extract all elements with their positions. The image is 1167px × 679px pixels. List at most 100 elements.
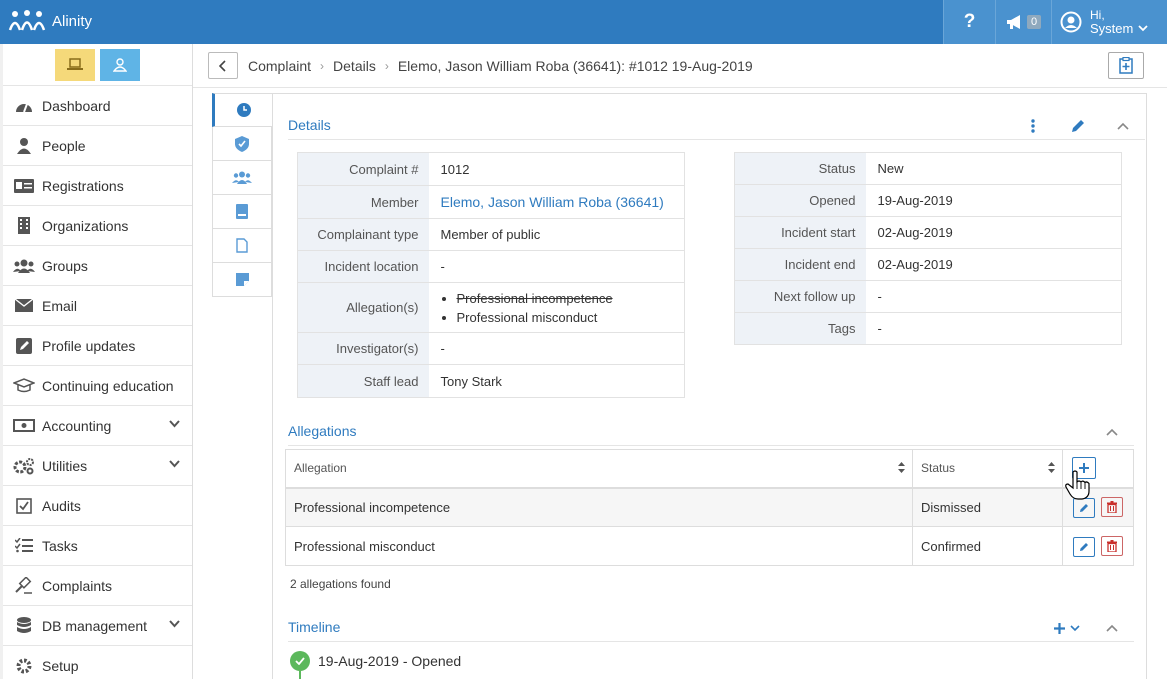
- tab-details[interactable]: [212, 93, 272, 127]
- clipboard-button[interactable]: [1108, 52, 1144, 79]
- sidebar-item-registrations[interactable]: Registrations: [3, 166, 192, 206]
- allegation-cell: Professional incompetence: [285, 487, 913, 527]
- incident-end-value: 02-Aug-2019: [865, 248, 1122, 281]
- sidebar-item-setup[interactable]: Setup: [3, 646, 192, 679]
- breadcrumb-details[interactable]: Details: [333, 58, 376, 74]
- sidebar-item-label: Groups: [42, 257, 88, 274]
- sidebar-item-label: People: [42, 137, 86, 154]
- back-button[interactable]: [208, 52, 238, 79]
- tab-allegations[interactable]: [212, 127, 272, 161]
- investigators-value: -: [428, 332, 685, 365]
- person-icon: [13, 137, 35, 155]
- sidebar-item-db-management[interactable]: DB management: [3, 606, 192, 646]
- chevron-down-icon: [169, 460, 180, 468]
- collapse-details-button[interactable]: [1100, 116, 1145, 136]
- book-icon: [236, 204, 248, 219]
- next-follow-up-value: -: [865, 280, 1122, 313]
- clipboard-plus-icon: [1119, 57, 1133, 74]
- person-view-button[interactable]: [100, 48, 140, 81]
- sidebar-item-label: Email: [42, 297, 78, 314]
- chevron-up-icon: [1116, 122, 1129, 130]
- sidebar-item-organizations[interactable]: Organizations: [3, 206, 192, 246]
- list-item: Professional misconduct: [457, 308, 685, 327]
- status-cell: Confirmed: [912, 526, 1063, 566]
- delete-row-button[interactable]: [1100, 496, 1123, 517]
- sidebar-item-profile-updates[interactable]: Profile updates: [3, 326, 192, 366]
- list-item: Professional incompetence: [457, 289, 685, 308]
- timeline-item-text: 19-Aug-2019 - Opened: [318, 653, 462, 669]
- sidebar-item-label: Organizations: [42, 217, 129, 234]
- member-link[interactable]: Elemo, Jason William Roba (36641): [441, 194, 664, 210]
- section-tab-strip: [212, 93, 272, 297]
- breadcrumb-complaint[interactable]: Complaint: [248, 58, 311, 74]
- gavel-icon: [13, 576, 35, 595]
- sidebar-item-complaints[interactable]: Complaints: [3, 566, 192, 606]
- edit-row-button[interactable]: [1073, 497, 1095, 518]
- tab-people[interactable]: [212, 161, 272, 195]
- app-logo[interactable]: Alinity: [8, 10, 92, 32]
- sidebar: Dashboard People Registrations Organizat…: [0, 44, 193, 679]
- staff-view-button[interactable]: [55, 48, 95, 81]
- collapse-allegations-button[interactable]: [1089, 422, 1134, 442]
- notifications-button[interactable]: 0: [995, 0, 1051, 44]
- sidebar-item-utilities[interactable]: Utilities: [3, 446, 192, 486]
- sidebar-item-label: Setup: [42, 657, 79, 674]
- sidebar-item-audits[interactable]: Audits: [3, 486, 192, 526]
- tags-value: -: [865, 312, 1122, 345]
- column-header-allegation[interactable]: Allegation: [285, 449, 913, 489]
- details-title: Details: [288, 117, 331, 133]
- details-right-table: Status New Opened 19-Aug-2019 Incident sta…: [734, 152, 1122, 345]
- more-options-button[interactable]: [1010, 116, 1055, 136]
- complaint-number-label: Complaint #: [297, 152, 429, 186]
- collapse-timeline-button[interactable]: [1089, 618, 1134, 638]
- tab-documents[interactable]: [212, 229, 272, 263]
- status-label: Status: [734, 152, 866, 185]
- status-value: New: [865, 152, 1122, 185]
- tab-sticky-notes[interactable]: [212, 263, 272, 297]
- checkbox-icon: [13, 497, 35, 515]
- user-menu[interactable]: Hi, System: [1051, 0, 1167, 44]
- plus-icon: [1054, 622, 1065, 634]
- tab-notes[interactable]: [212, 195, 272, 229]
- incident-end-label: Incident end: [734, 248, 866, 281]
- sidebar-item-dashboard[interactable]: Dashboard: [3, 86, 192, 126]
- sidebar-item-label: Continuing education: [42, 377, 174, 394]
- breadcrumb: Complaint › Details › Elemo, Jason Willi…: [248, 58, 753, 74]
- gears-icon: [13, 457, 35, 475]
- column-label: Status: [921, 461, 956, 476]
- timeline-title: Timeline: [288, 619, 341, 635]
- chevron-down-icon: [1070, 624, 1080, 631]
- results-count: 2 allegations found: [290, 577, 391, 591]
- sidebar-item-people[interactable]: People: [3, 126, 192, 166]
- add-timeline-button[interactable]: [1044, 618, 1089, 638]
- sidebar-item-email[interactable]: Email: [3, 286, 192, 326]
- chevron-down-icon: [169, 620, 180, 628]
- opened-label: Opened: [734, 184, 866, 217]
- sidebar-item-accounting[interactable]: Accounting: [3, 406, 192, 446]
- pencil-icon: [1071, 120, 1084, 132]
- edit-row-button[interactable]: [1073, 536, 1095, 557]
- investigators-label: Investigator(s): [297, 332, 429, 365]
- sidebar-item-groups[interactable]: Groups: [3, 246, 192, 286]
- table-row[interactable]: Professional misconduct Confirmed: [285, 526, 1134, 566]
- help-button[interactable]: ?: [943, 0, 995, 44]
- trash-icon: [1106, 539, 1117, 552]
- edit-details-button[interactable]: [1055, 116, 1100, 136]
- column-header-status[interactable]: Status: [912, 449, 1063, 489]
- tags-label: Tags: [734, 312, 866, 345]
- sidebar-item-continuing-education[interactable]: Continuing education: [3, 366, 192, 406]
- allegations-label: Allegation(s): [297, 282, 429, 333]
- delete-row-button[interactable]: [1100, 535, 1123, 556]
- database-icon: [13, 617, 35, 635]
- table-row[interactable]: Professional incompetence Dismissed: [285, 487, 1134, 527]
- group-icon: [232, 171, 252, 184]
- money-icon: [13, 417, 35, 435]
- chevron-down-icon: [1138, 25, 1148, 32]
- top-bar: Alinity ? 0 Hi, System: [0, 0, 1167, 44]
- hand-pointer-cursor-icon: [1065, 470, 1090, 500]
- allegations-list: Professional incompetence Professional m…: [441, 289, 685, 327]
- sidebar-item-label: Profile updates: [42, 337, 136, 354]
- gear-icon: [13, 657, 35, 675]
- complainant-type-value: Member of public: [428, 218, 685, 251]
- sidebar-item-tasks[interactable]: Tasks: [3, 526, 192, 566]
